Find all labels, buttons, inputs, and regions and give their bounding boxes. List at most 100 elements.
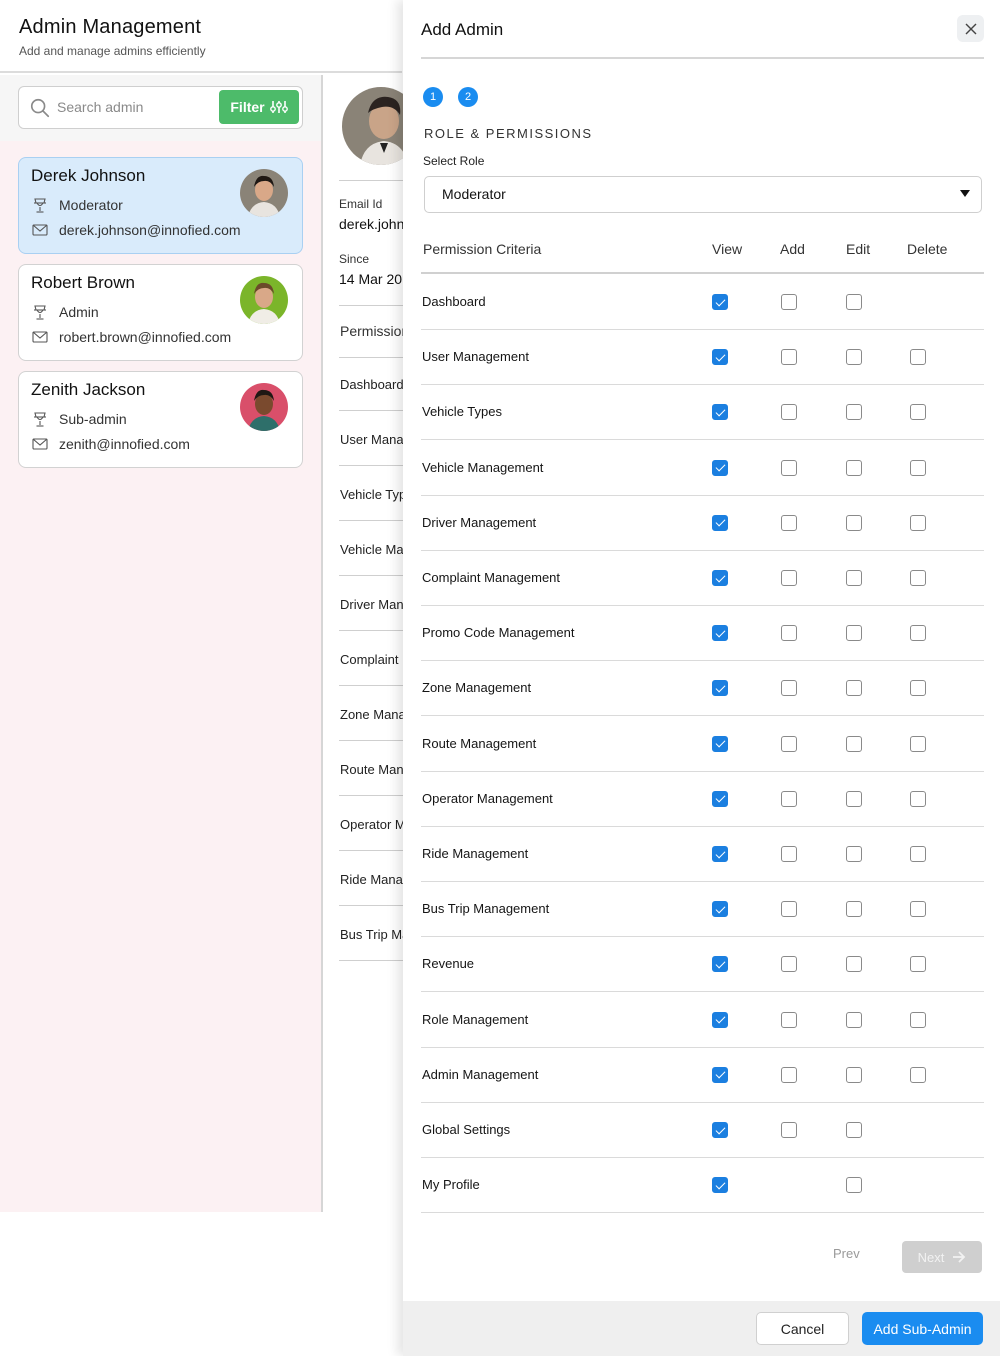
view-checkbox[interactable] bbox=[712, 1177, 728, 1194]
edit-checkbox[interactable] bbox=[846, 956, 862, 973]
permission-row: Dashboard bbox=[421, 275, 984, 330]
admin-email: zenith@innofied.com bbox=[59, 436, 190, 452]
delete-checkbox[interactable] bbox=[910, 459, 926, 476]
admin-role-row: Sub-admin bbox=[31, 410, 127, 428]
delete-checkbox[interactable] bbox=[910, 625, 926, 642]
search-input[interactable] bbox=[57, 87, 217, 127]
delete-checkbox[interactable] bbox=[910, 404, 926, 421]
delete-checkbox[interactable] bbox=[910, 1011, 926, 1028]
view-checkbox[interactable] bbox=[712, 956, 728, 973]
close-button[interactable] bbox=[957, 15, 984, 42]
permission-name: Bus Trip Management bbox=[422, 901, 550, 917]
role-select[interactable]: Moderator bbox=[424, 176, 982, 213]
edit-checkbox[interactable] bbox=[846, 790, 862, 807]
next-label: Next bbox=[917, 1249, 945, 1265]
close-icon bbox=[965, 23, 976, 34]
filter-button[interactable]: Filter bbox=[219, 90, 299, 124]
select-role-label: Select Role bbox=[423, 154, 485, 168]
edit-checkbox[interactable] bbox=[846, 735, 862, 752]
add-checkbox[interactable] bbox=[781, 1122, 797, 1138]
add-sub-admin-button[interactable]: Add Sub-Admin bbox=[862, 1312, 983, 1345]
add-checkbox[interactable] bbox=[781, 735, 797, 752]
admin-card[interactable]: Derek Johnson Moderator derek.johnson@inno… bbox=[18, 157, 303, 254]
search-box[interactable]: Filter bbox=[18, 86, 303, 129]
delete-checkbox[interactable] bbox=[910, 1066, 926, 1083]
step-indicator-1[interactable]: 1 bbox=[423, 87, 443, 107]
delete-checkbox[interactable] bbox=[910, 846, 926, 862]
edit-checkbox[interactable] bbox=[846, 1011, 862, 1028]
view-checkbox[interactable] bbox=[712, 404, 728, 421]
mail-icon bbox=[31, 328, 49, 346]
add-checkbox[interactable] bbox=[781, 901, 797, 918]
cancel-button[interactable]: Cancel bbox=[756, 1312, 849, 1345]
view-checkbox[interactable] bbox=[712, 901, 728, 918]
edit-checkbox[interactable] bbox=[846, 404, 862, 421]
admin-card[interactable]: Robert Brown Admin robert.brown@innofied.c… bbox=[18, 264, 303, 361]
detail-divider bbox=[339, 960, 403, 961]
add-checkbox[interactable] bbox=[781, 625, 797, 642]
delete-checkbox[interactable] bbox=[910, 349, 926, 366]
avatar bbox=[240, 169, 288, 217]
edit-checkbox[interactable] bbox=[846, 459, 862, 476]
add-checkbox[interactable] bbox=[781, 790, 797, 807]
edit-checkbox[interactable] bbox=[846, 1177, 862, 1194]
edit-checkbox[interactable] bbox=[846, 680, 862, 697]
view-checkbox[interactable] bbox=[712, 680, 728, 697]
admin-role-row: Moderator bbox=[31, 196, 123, 214]
edit-checkbox[interactable] bbox=[846, 846, 862, 862]
edit-checkbox[interactable] bbox=[846, 1066, 862, 1083]
permission-row: Bus Trip Management bbox=[421, 882, 984, 938]
add-checkbox[interactable] bbox=[781, 459, 797, 476]
add-checkbox[interactable] bbox=[781, 956, 797, 973]
prev-button[interactable]: Prev bbox=[833, 1246, 860, 1261]
search-icon bbox=[30, 98, 50, 118]
view-checkbox[interactable] bbox=[712, 570, 728, 586]
detail-permission-item: Complaint Management bbox=[340, 652, 403, 667]
delete-checkbox[interactable] bbox=[910, 956, 926, 973]
add-checkbox[interactable] bbox=[781, 846, 797, 862]
view-checkbox[interactable] bbox=[712, 349, 728, 366]
add-checkbox[interactable] bbox=[781, 349, 797, 366]
view-checkbox[interactable] bbox=[712, 514, 728, 531]
detail-permission-item: Ride Management bbox=[340, 872, 403, 887]
edit-checkbox[interactable] bbox=[846, 901, 862, 918]
column-add: Add bbox=[780, 241, 805, 257]
add-checkbox[interactable] bbox=[781, 404, 797, 421]
add-checkbox[interactable] bbox=[781, 1066, 797, 1083]
view-checkbox[interactable] bbox=[712, 846, 728, 862]
next-button[interactable]: Next bbox=[902, 1241, 982, 1273]
step-indicator-2[interactable]: 2 bbox=[458, 87, 478, 107]
permission-name: Vehicle Types bbox=[422, 404, 502, 420]
edit-checkbox[interactable] bbox=[846, 514, 862, 531]
drawer-divider bbox=[421, 57, 984, 59]
edit-checkbox[interactable] bbox=[846, 1122, 862, 1138]
edit-checkbox[interactable] bbox=[846, 349, 862, 366]
role-icon bbox=[31, 196, 49, 214]
add-checkbox[interactable] bbox=[781, 680, 797, 697]
view-checkbox[interactable] bbox=[712, 735, 728, 752]
admin-list-pane: Filter Derek Johnson Moderator derek.johns… bbox=[0, 75, 321, 1212]
view-checkbox[interactable] bbox=[712, 790, 728, 807]
view-checkbox[interactable] bbox=[712, 625, 728, 642]
edit-checkbox[interactable] bbox=[846, 570, 862, 586]
view-checkbox[interactable] bbox=[712, 294, 728, 310]
edit-checkbox[interactable] bbox=[846, 294, 862, 310]
add-checkbox[interactable] bbox=[781, 514, 797, 531]
delete-checkbox[interactable] bbox=[910, 790, 926, 807]
permission-row: Complaint Management bbox=[421, 551, 984, 606]
delete-checkbox[interactable] bbox=[910, 680, 926, 697]
admin-role: Moderator bbox=[59, 197, 123, 213]
view-checkbox[interactable] bbox=[712, 1066, 728, 1083]
delete-checkbox[interactable] bbox=[910, 514, 926, 531]
add-checkbox[interactable] bbox=[781, 294, 797, 310]
view-checkbox[interactable] bbox=[712, 1122, 728, 1138]
delete-checkbox[interactable] bbox=[910, 901, 926, 918]
delete-checkbox[interactable] bbox=[910, 570, 926, 586]
view-checkbox[interactable] bbox=[712, 1011, 728, 1028]
view-checkbox[interactable] bbox=[712, 459, 728, 476]
admin-card[interactable]: Zenith Jackson Sub-admin zenith@innofied.c… bbox=[18, 371, 303, 468]
add-checkbox[interactable] bbox=[781, 570, 797, 586]
add-checkbox[interactable] bbox=[781, 1011, 797, 1028]
edit-checkbox[interactable] bbox=[846, 625, 862, 642]
delete-checkbox[interactable] bbox=[910, 735, 926, 752]
